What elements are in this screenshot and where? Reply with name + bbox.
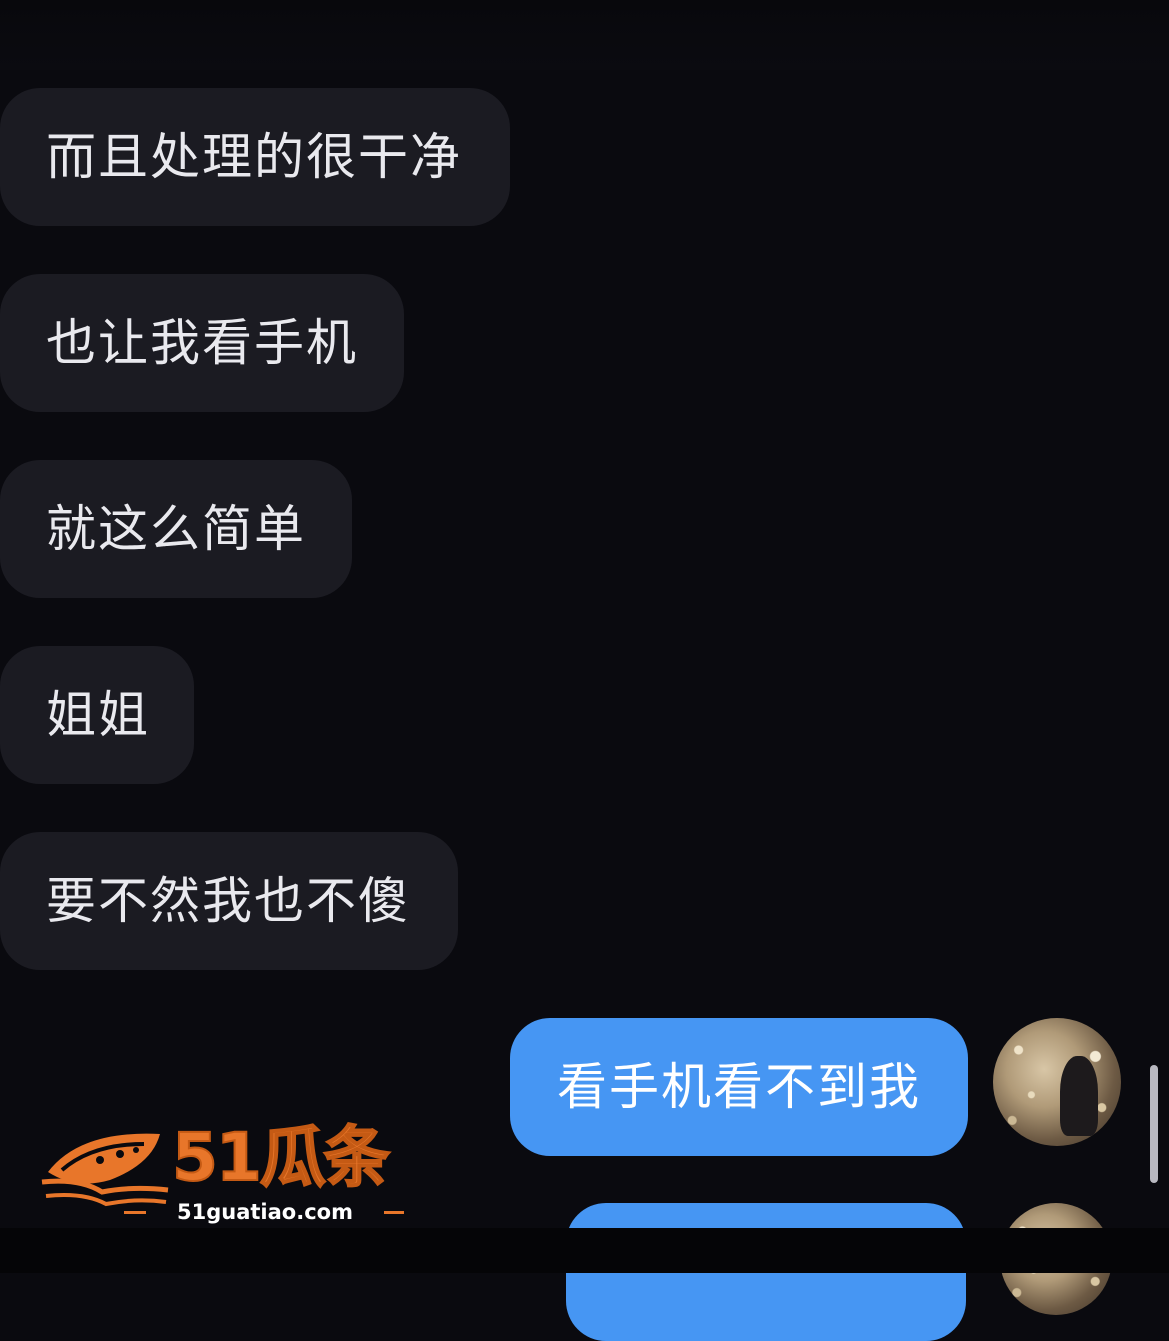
- divider: [124, 1211, 146, 1214]
- message-bubble-incoming[interactable]: 而且处理的很干净: [0, 88, 510, 226]
- watermark-url: 51guatiao.com: [177, 1200, 353, 1224]
- divider: [384, 1211, 404, 1214]
- watermelon-icon: [41, 1133, 169, 1207]
- message-bubble-incoming[interactable]: 姐姐: [0, 646, 194, 784]
- user-avatar[interactable]: [993, 1018, 1121, 1146]
- message-bubble-incoming[interactable]: 要不然我也不傻: [0, 832, 458, 970]
- avatar-figure: [1059, 1056, 1098, 1136]
- message-bubble-outgoing[interactable]: 看手机看不到我: [510, 1018, 968, 1156]
- avatar-texture: [993, 1018, 1121, 1146]
- top-fade: [0, 0, 1169, 70]
- watermark-logo: 51瓜条 51guatiao.com: [40, 1110, 410, 1235]
- message-bubble-incoming[interactable]: 也让我看手机: [0, 274, 404, 412]
- scrollbar-thumb[interactable]: [1150, 1065, 1158, 1183]
- message-bubble-incoming[interactable]: 就这么简单: [0, 460, 352, 598]
- watermark-brand: 51瓜条: [171, 1118, 391, 1197]
